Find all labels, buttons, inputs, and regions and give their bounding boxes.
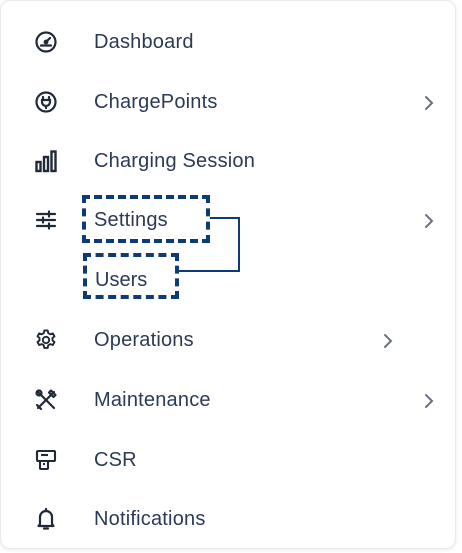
chevron-right-icon[interactable] xyxy=(422,391,436,411)
sidebar-menu: Dashboard ChargePoints Charging Session xyxy=(0,0,456,549)
bar-chart-icon xyxy=(31,146,61,176)
connector-line xyxy=(210,217,240,219)
menu-item-label: ChargePoints xyxy=(94,91,218,113)
menu-item-charging-session[interactable]: Charging Session xyxy=(1,137,455,185)
sliders-icon xyxy=(31,205,61,235)
menu-item-label: Maintenance xyxy=(94,389,211,411)
menu-item-label: Dashboard xyxy=(94,31,194,53)
settings-highlight-box xyxy=(82,195,210,243)
id-card-icon xyxy=(31,445,61,475)
menu-item-chargepoints[interactable]: ChargePoints xyxy=(1,78,455,126)
speedometer-icon xyxy=(31,27,61,57)
bell-icon xyxy=(31,504,61,534)
menu-item-label: Charging Session xyxy=(94,150,256,172)
chevron-right-icon[interactable] xyxy=(422,211,436,231)
connector-line xyxy=(238,217,240,272)
menu-item-csr[interactable]: CSR xyxy=(1,436,455,484)
menu-item-label: Notifications xyxy=(94,508,206,530)
submenu-item-users[interactable]: Users xyxy=(1,256,455,296)
users-highlight-box xyxy=(83,253,179,299)
ev-plug-icon xyxy=(31,87,61,117)
menu-item-notifications[interactable]: Notifications xyxy=(1,495,455,543)
menu-item-settings[interactable]: Settings xyxy=(1,196,455,244)
menu-item-dashboard[interactable]: Dashboard xyxy=(1,18,455,66)
chevron-right-icon[interactable] xyxy=(381,331,395,351)
connector-line xyxy=(179,270,240,272)
menu-item-label: Operations xyxy=(94,329,194,351)
menu-item-maintenance[interactable]: Maintenance xyxy=(1,376,455,424)
menu-item-operations[interactable]: Operations xyxy=(1,316,455,364)
menu-item-label: CSR xyxy=(94,449,137,471)
chevron-right-icon[interactable] xyxy=(422,93,436,113)
gear-icon xyxy=(31,325,61,355)
tools-icon xyxy=(31,385,61,415)
